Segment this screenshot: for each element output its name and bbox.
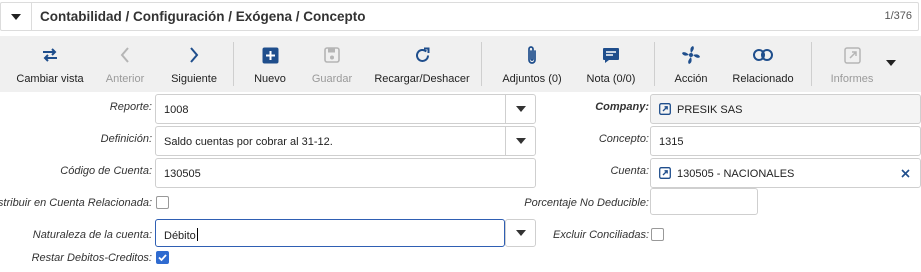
clear-icon[interactable]	[901, 169, 910, 178]
definicion-dropdown-button[interactable]	[505, 127, 535, 155]
naturaleza-dropdown-button[interactable]	[505, 219, 536, 247]
concepto-input[interactable]: 1315	[650, 126, 921, 156]
toolbar-separator	[654, 42, 655, 86]
attachments-button[interactable]: Adjuntos (0)	[500, 36, 564, 92]
toolbar: Cambiar vista Anterior Siguiente Nuevo G…	[0, 36, 921, 92]
toolbar-separator	[233, 42, 234, 86]
concepto-label: Concepto:	[598, 133, 649, 145]
switch-view-button[interactable]: Cambiar vista	[12, 36, 88, 92]
plus-square-icon	[262, 44, 279, 66]
action-button[interactable]: Acción	[669, 36, 713, 92]
page-title: Contabilidad / Configuración / Exógena /…	[40, 9, 366, 24]
switch-view-icon	[40, 44, 60, 66]
attachments-label: Adjuntos (0)	[502, 73, 562, 85]
cuenta-label: Cuenta:	[610, 165, 649, 177]
caret-down-icon	[515, 138, 526, 144]
note-label: Nota (0/0)	[586, 73, 636, 85]
reload-label: Recargar/Deshacer	[374, 73, 470, 85]
caret-down-icon	[515, 230, 526, 236]
action-label: Acción	[674, 73, 708, 85]
toolbar-separator	[481, 42, 482, 86]
open-link-icon[interactable]	[659, 103, 671, 115]
save-button[interactable]: Guardar	[308, 36, 356, 92]
naturaleza-label: Naturaleza de la cuenta:	[32, 229, 152, 241]
next-label: Siguiente	[171, 73, 217, 85]
record-counter: 1/376	[884, 10, 912, 22]
title-bar: Contabilidad / Configuración / Exógena /…	[0, 2, 919, 31]
porcentaje-input[interactable]	[650, 188, 758, 215]
distribuir-checkbox[interactable]	[156, 196, 169, 209]
excluir-checkbox[interactable]	[651, 228, 664, 241]
chevron-left-icon	[119, 44, 131, 66]
action-fan-icon	[681, 44, 701, 66]
concepto-value: 1315	[659, 136, 684, 148]
caret-down-icon	[11, 13, 21, 20]
caret-down-icon	[886, 60, 896, 66]
reporte-dropdown-button[interactable]	[505, 95, 535, 123]
restar-checkbox[interactable]	[156, 251, 169, 264]
previous-button[interactable]: Anterior	[100, 36, 150, 92]
company-value: PRESIK SAS	[677, 104, 743, 116]
previous-label: Anterior	[105, 73, 145, 85]
codigo-cuenta-value: 130505	[164, 168, 201, 180]
caret-down-icon	[515, 106, 526, 112]
reporte-label: Reporte:	[109, 101, 152, 113]
collapse-toggle-button[interactable]	[1, 3, 32, 30]
reload-button[interactable]: Recargar/Deshacer	[374, 36, 470, 92]
new-button[interactable]: Nuevo	[248, 36, 292, 92]
definicion-select[interactable]: Saldo cuentas por cobrar al 31-12.	[155, 126, 536, 156]
paperclip-icon	[526, 44, 538, 66]
switch-view-label: Cambiar vista	[16, 73, 84, 85]
definicion-label: Definición:	[100, 133, 152, 145]
distribuir-label: Distribuir en Cuenta Relacionada:	[0, 197, 152, 209]
reports-button[interactable]: Informes	[828, 36, 876, 92]
open-link-icon[interactable]	[659, 167, 671, 179]
cuenta-field[interactable]: 130505 - NACIONALES	[650, 158, 921, 188]
toolbar-separator	[811, 42, 812, 86]
definicion-value: Saldo cuentas por cobrar al 31-12.	[164, 136, 333, 148]
company-field[interactable]: PRESIK SAS	[650, 94, 921, 124]
reporte-select[interactable]: 1008	[155, 94, 536, 124]
related-label: Relacionado	[732, 73, 794, 85]
new-label: Nuevo	[254, 73, 286, 85]
excluir-label: Excluir Conciliadas:	[553, 229, 649, 241]
company-label: Company:	[595, 101, 649, 113]
reload-icon	[414, 44, 431, 66]
save-icon	[324, 44, 340, 66]
next-button[interactable]: Siguiente	[166, 36, 222, 92]
reports-label: Informes	[830, 73, 874, 85]
naturaleza-select[interactable]: Débito	[155, 219, 505, 247]
external-report-icon	[843, 44, 861, 66]
note-icon	[602, 44, 620, 66]
checkmark-icon	[158, 254, 167, 262]
link-icon	[753, 44, 773, 66]
reporte-value: 1008	[164, 104, 189, 116]
related-button[interactable]: Relacionado	[730, 36, 796, 92]
codigo-cuenta-input[interactable]: 130505	[155, 158, 536, 188]
naturaleza-value: Débito	[164, 228, 198, 242]
note-button[interactable]: Nota (0/0)	[584, 36, 638, 92]
more-options-button[interactable]	[885, 56, 897, 70]
chevron-right-icon	[188, 44, 200, 66]
restar-label: Restar Debitos-Creditos:	[31, 252, 152, 264]
cuenta-value: 130505 - NACIONALES	[677, 168, 795, 180]
porcentaje-label: Porcentaje No Deducible:	[524, 197, 649, 209]
codigo-cuenta-label: Código de Cuenta:	[60, 165, 152, 177]
save-label: Guardar	[311, 73, 353, 85]
